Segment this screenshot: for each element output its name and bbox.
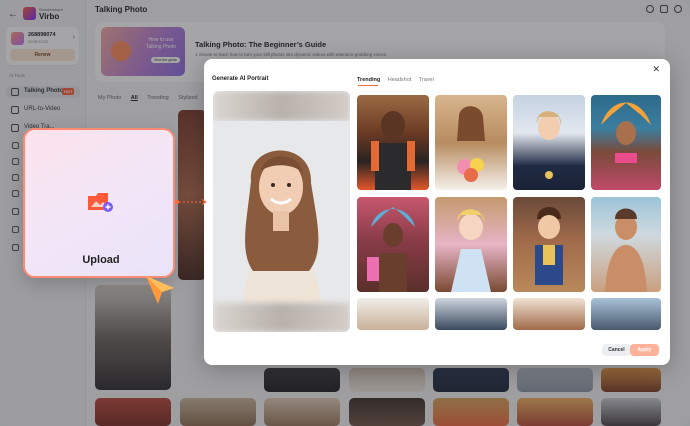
image-plus-icon: [88, 193, 113, 212]
portrait-option[interactable]: [357, 95, 429, 190]
portrait-option[interactable]: [435, 95, 507, 190]
tab-headshot[interactable]: Headshot: [388, 77, 412, 83]
upload-card[interactable]: Upload: [23, 128, 175, 278]
close-icon[interactable]: ✕: [652, 64, 660, 75]
dialog-title: Generate AI Portrait: [212, 76, 269, 82]
generate-portrait-dialog: Generate AI Portrait ✕ Trending Headshot…: [204, 59, 670, 365]
portrait-woman-image: [213, 121, 350, 303]
portrait-option[interactable]: [591, 95, 661, 190]
portrait-option[interactable]: [513, 197, 585, 292]
portrait-option[interactable]: [435, 298, 507, 330]
portrait-option[interactable]: [435, 197, 507, 292]
preview-blur-top: [213, 91, 350, 121]
portrait-option[interactable]: [513, 298, 585, 330]
portrait-option[interactable]: [357, 197, 429, 292]
tab-travel[interactable]: Travel: [419, 77, 434, 83]
portrait-option[interactable]: [591, 298, 661, 330]
tab-trending[interactable]: Trending: [357, 77, 380, 83]
portrait-option[interactable]: [591, 197, 661, 292]
portrait-option[interactable]: [513, 95, 585, 190]
preview-image: [213, 121, 350, 303]
preview-blur-bottom: [213, 303, 350, 332]
cursor-icon: [146, 276, 174, 304]
apply-button[interactable]: Apply: [630, 344, 659, 356]
upload-label: Upload: [82, 254, 120, 266]
portrait-tabs: Trending Headshot Travel: [357, 77, 440, 83]
portrait-option[interactable]: [357, 298, 429, 330]
cancel-button[interactable]: Cancel: [602, 344, 631, 356]
arrow-connector-icon: [175, 199, 207, 205]
active-tab-indicator: [358, 85, 378, 86]
portrait-preview: [213, 91, 350, 332]
